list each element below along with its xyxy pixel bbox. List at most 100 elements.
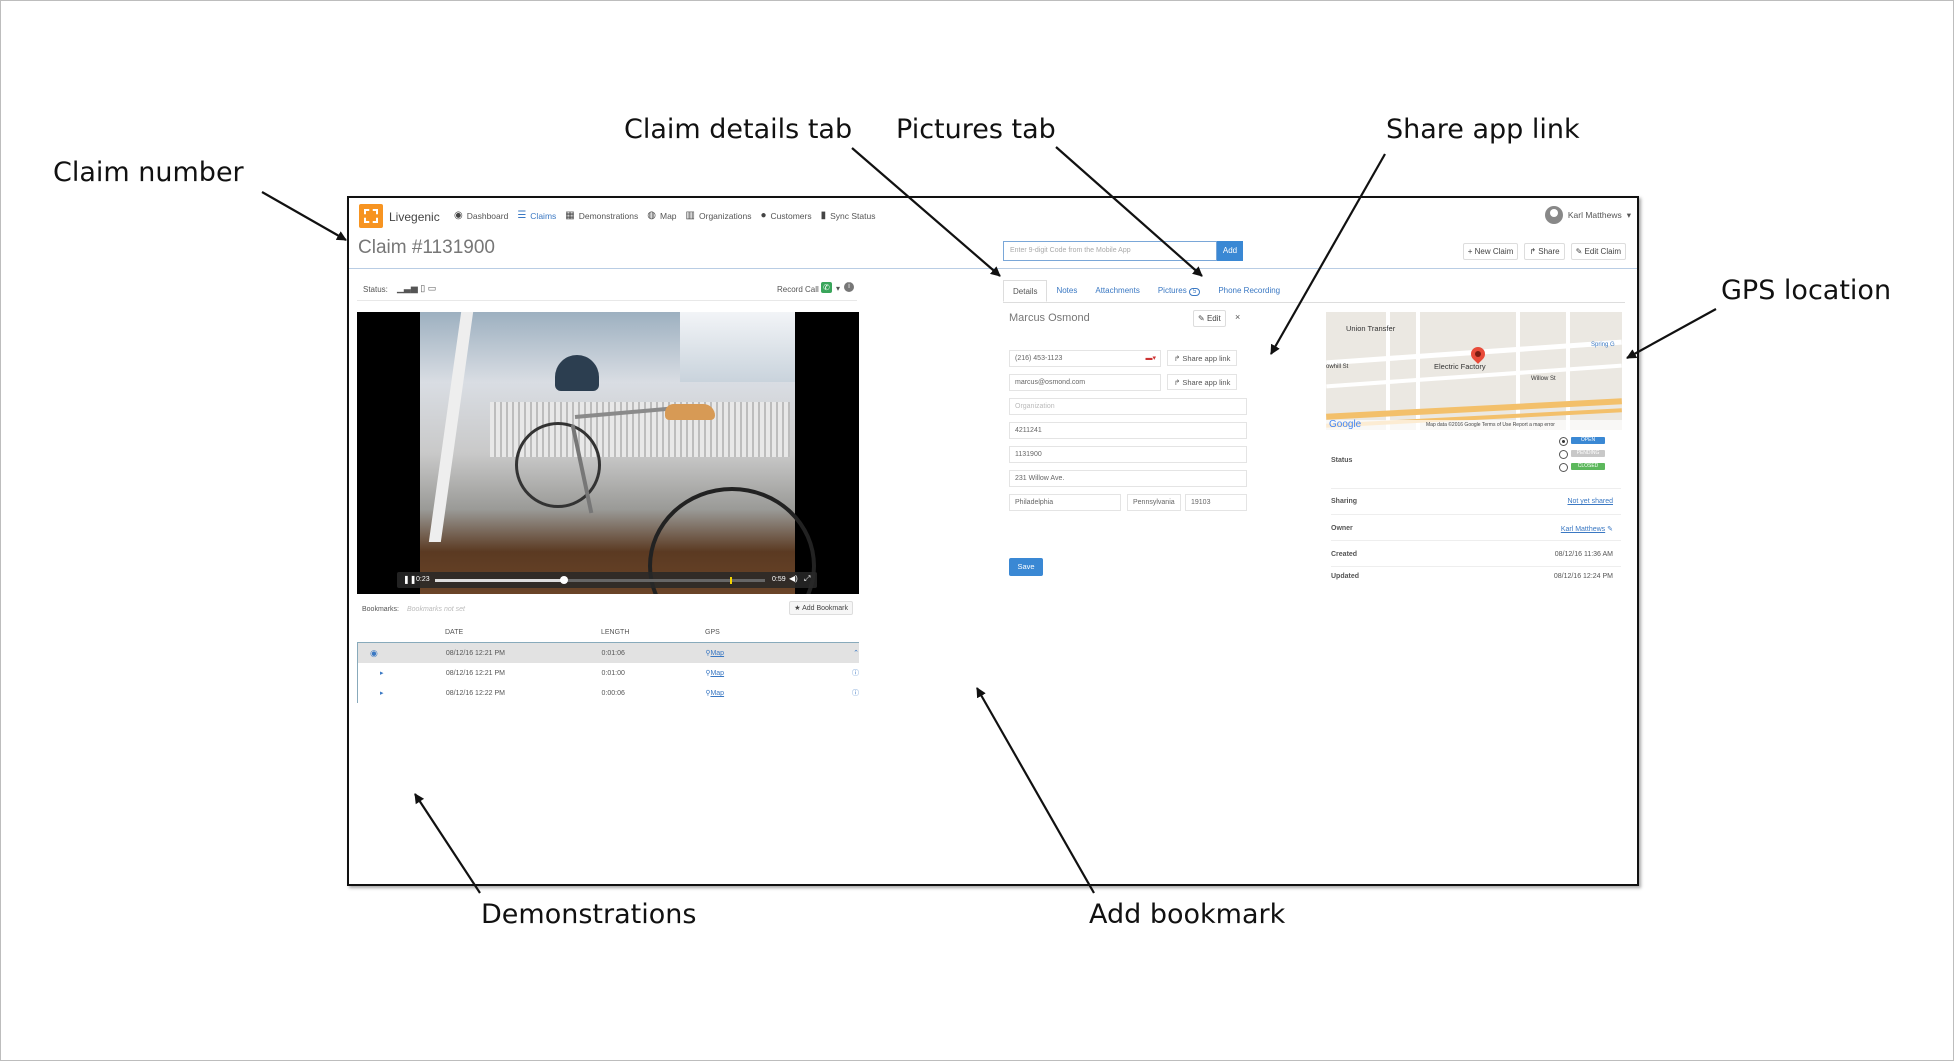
seek-progress [435, 579, 564, 582]
nav-item-map[interactable]: ◍ Map [647, 210, 676, 221]
signal-icon: ▁▃▅ ▯ ▭ [397, 283, 437, 293]
map-link[interactable]: Map [710, 690, 724, 697]
row-gps[interactable]: ⚲Map [705, 649, 835, 657]
address-field[interactable]: 231 Willow Ave. [1009, 470, 1247, 487]
sharing-link[interactable]: Not yet shared [1567, 498, 1613, 505]
nav-item-sync-status[interactable]: ▮ Sync Status [821, 210, 876, 221]
livegenic-logo-icon[interactable] [359, 204, 383, 228]
nav-item-claims[interactable]: ☰ Claims [517, 210, 556, 221]
share-app-link-button[interactable]: ↱ Share app link [1167, 350, 1238, 366]
edit-claim-button[interactable]: ✎ Edit Claim [1570, 243, 1626, 260]
add-bookmark-button[interactable]: ★ Add Bookmark [789, 601, 853, 615]
fullscreen-icon[interactable]: ⤢ [804, 574, 810, 584]
nav-item-customers[interactable]: ● Customers [760, 210, 811, 221]
save-button[interactable]: Save [1009, 558, 1043, 576]
caret-down-icon: ▾ [1626, 209, 1631, 220]
customer-name: Marcus Osmond [1009, 312, 1090, 324]
info-icon[interactable]: i [844, 282, 854, 292]
status-closed-radio[interactable] [1559, 463, 1568, 472]
row-gps[interactable]: ⚲Map [705, 689, 835, 697]
google-logo: Google [1329, 419, 1362, 430]
callout-claim-number: Claim number [53, 157, 244, 188]
nav-item-organizations[interactable]: ▥ Organizations [686, 210, 752, 221]
pictures-count-badge: 5 [1188, 288, 1201, 296]
nav-item-dashboard[interactable]: ◉ Dashboard [454, 210, 508, 221]
owner-value[interactable]: Karl Matthews ✎ [1561, 525, 1613, 533]
organization-field[interactable]: Organization [1009, 398, 1247, 415]
nav-item-label: Sync Status [830, 210, 876, 221]
phone-value: (216) 453-1123 [1015, 355, 1063, 362]
table-row[interactable]: ◉ 08/12/16 12:21 PM 0:01:06 ⚲Map ⌃ [357, 642, 859, 663]
table-row[interactable]: ▸ 08/12/16 12:21 PM 0:01:00 ⚲Map ⓘ [357, 663, 859, 683]
updated-value: 08/12/16 12:24 PM [1553, 573, 1613, 580]
user-menu[interactable]: Karl Matthews ▾ [1544, 206, 1631, 224]
play-icon[interactable]: ▸ [358, 689, 446, 697]
play-circle-icon[interactable]: ◉ [358, 648, 446, 659]
email-field[interactable]: marcus@osmond.com [1009, 374, 1161, 391]
state-field[interactable]: Pennsylvania [1127, 494, 1181, 511]
tab-details[interactable]: Details [1003, 280, 1048, 302]
chevron-up-icon[interactable]: ⌃ [835, 649, 859, 657]
dashboard-icon: ◉ [454, 210, 463, 221]
play-icon[interactable]: ▸ [358, 669, 446, 677]
claim-tabs: Details Notes Attachments Pictures 5 Pho… [1003, 280, 1625, 303]
nav-menu: ◉ Dashboard ☰ Claims ▦ Demonstrations ◍ Map … [454, 210, 875, 221]
map-attribution[interactable]: Map data ©2016 Google Terms of Use Repor… [1426, 422, 1555, 428]
map-link[interactable]: Map [710, 670, 724, 677]
city-field[interactable]: Philadelphia [1009, 494, 1121, 511]
table-row[interactable]: ▸ 08/12/16 12:22 PM 0:00:06 ⚲Map ⓘ [357, 683, 859, 703]
brand-name[interactable]: Livegenic [389, 210, 440, 224]
mobile-code-input[interactable]: Enter 9-digit Code from the Mobile App [1003, 241, 1217, 261]
phone-field[interactable]: (216) 453-1123 ▬▾ [1009, 350, 1161, 367]
stand-image [428, 312, 474, 542]
status-closed-badge: CLOSED [1571, 463, 1605, 470]
tab-notes[interactable]: Notes [1047, 280, 1086, 302]
add-code-button[interactable]: Add [1217, 241, 1243, 261]
edit-label: Edit [1206, 314, 1221, 323]
claim-number-field[interactable]: 1131900 [1009, 446, 1247, 463]
nav-item-demonstrations[interactable]: ▦ Demonstrations [565, 210, 638, 221]
row-date: 08/12/16 12:21 PM [445, 669, 506, 677]
gps-map[interactable]: Union Transfer Electric Factory Willow S… [1326, 312, 1622, 430]
seek-handle[interactable] [559, 576, 568, 584]
status-open-radio[interactable] [1559, 437, 1568, 446]
new-claim-button[interactable]: + New Claim [1462, 243, 1519, 260]
owner-row: Owner Karl Matthews ✎ [1331, 520, 1621, 541]
share-button[interactable]: ↱ Share [1524, 243, 1565, 260]
us-flag-icon[interactable]: ▬▾ [1145, 354, 1156, 362]
sharing-row: Sharing Not yet shared [1331, 494, 1621, 515]
close-icon[interactable]: × [1235, 312, 1240, 322]
policy-number-field[interactable]: 4211241 [1009, 422, 1247, 439]
bookmark-marker[interactable] [730, 577, 732, 584]
callout-add-bookmark: Add bookmark [1089, 899, 1286, 930]
map-pin-icon[interactable] [1468, 344, 1488, 364]
volume-icon[interactable]: ◀) [789, 574, 798, 583]
seek-bar[interactable] [435, 576, 765, 584]
row-gps[interactable]: ⚲Map [705, 669, 835, 677]
caret-down-icon[interactable]: ▾ [836, 284, 840, 293]
info-icon[interactable]: ⓘ [835, 668, 859, 678]
tab-phone-recording[interactable]: Phone Recording [1209, 280, 1289, 302]
radio-dot [1562, 440, 1565, 443]
edit-icon: ✎ [1198, 314, 1207, 323]
edit-details-button[interactable]: ✎ Edit [1193, 310, 1226, 327]
tab-attachments[interactable]: Attachments [1086, 280, 1148, 302]
video-controls: ❚❚ 0:23 0:59 ◀) ⤢ [397, 572, 817, 588]
share-app-link-label: Share app link [1182, 378, 1231, 387]
tab-pictures[interactable]: Pictures 5 [1149, 280, 1209, 302]
video-player[interactable]: ❚❚ 0:23 0:59 ◀) ⤢ [357, 312, 859, 594]
share-app-link-email-button[interactable]: ↱ Share app link [1167, 374, 1238, 390]
column-header-date: DATE [445, 628, 464, 636]
owner-link[interactable]: Karl Matthews [1561, 526, 1605, 533]
edit-icon[interactable]: ✎ [1607, 526, 1613, 533]
column-header-length: LENGTH [601, 628, 630, 636]
status-pending-radio[interactable] [1559, 450, 1568, 459]
info-icon[interactable]: ⓘ [835, 688, 859, 698]
status-open-badge: OPEN [1571, 437, 1605, 444]
nav-item-label: Map [660, 210, 677, 221]
created-label: Created [1331, 551, 1358, 558]
phone-icon[interactable]: ✆ [821, 282, 832, 293]
zip-field[interactable]: 19103 [1185, 494, 1247, 511]
map-link[interactable]: Map [710, 650, 724, 657]
pause-icon[interactable]: ❚❚ [403, 575, 416, 584]
